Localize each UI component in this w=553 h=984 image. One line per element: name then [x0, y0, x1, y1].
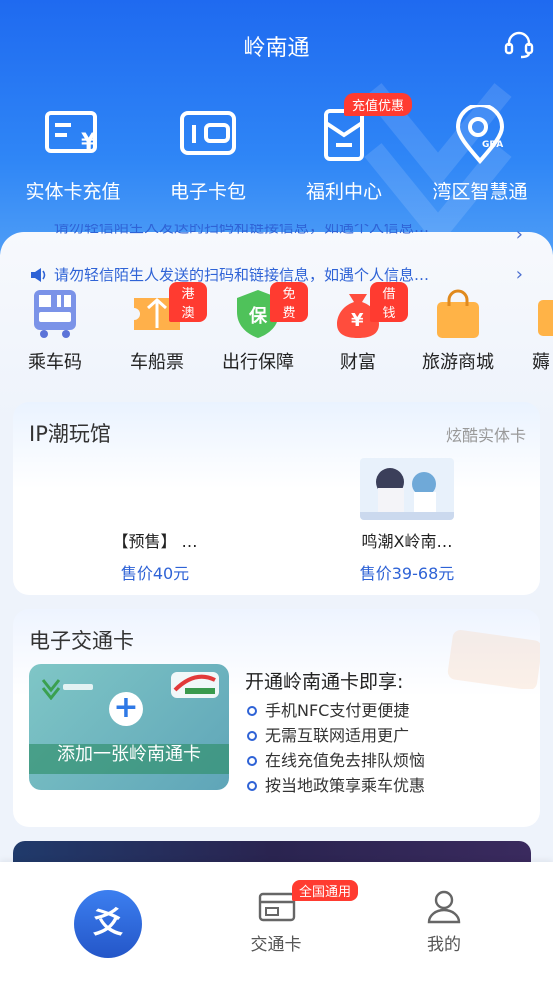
quick-action-label: 福利中心	[305, 181, 382, 203]
service-badge: 免费	[270, 282, 308, 322]
e-transport-title: 电子交通卡	[29, 629, 134, 653]
ip-section-card: IP潮玩馆 炫酷实体卡 【预售】 … 售价40元 鸣潮X岭南… 售价39-68元	[13, 402, 540, 595]
nationwide-badge: 全国通用	[292, 880, 359, 901]
promo-badge: 充值优惠	[344, 93, 413, 116]
service-label: 出行保障	[222, 352, 294, 373]
product-item[interactable]: 鸣潮X岭南… 售价39-68元	[327, 458, 487, 584]
quick-action-wallet[interactable]: 电子卡包	[140, 105, 276, 204]
benefit-text: 无需互联网适用更广	[265, 726, 410, 745]
service-label: 车船票	[130, 352, 184, 373]
service-travel-protection[interactable]: 保 出行保障 免费	[208, 282, 308, 374]
ip-section-title: IP潮玩馆	[29, 422, 111, 446]
chevron-right-icon: ›	[515, 264, 523, 285]
customer-service-icon[interactable]	[503, 28, 535, 60]
benefit-item: 按当地政策享乘车优惠	[247, 772, 425, 796]
plus-icon: +	[109, 692, 143, 726]
service-travel-mall[interactable]: 旅游商城	[408, 288, 508, 374]
wallet-icon	[180, 111, 236, 155]
svg-text:¥: ¥	[81, 130, 97, 155]
notice-text: 请勿轻信陌生人发送的扫码和链接信息，如遇个人信息…	[54, 224, 430, 236]
product-price: 售价39-68元	[359, 564, 455, 583]
benefit-item: 手机NFC支付更便捷	[247, 697, 409, 721]
quick-action-label: 实体卡充值	[25, 181, 121, 203]
bullet-icon	[247, 706, 257, 716]
quick-action-label: 湾区智慧通	[432, 181, 528, 203]
ip-section-more-link[interactable]: 炫酷实体卡	[446, 422, 526, 446]
service-badge: 借钱	[370, 282, 408, 322]
user-icon	[427, 890, 461, 924]
product-image	[360, 458, 454, 520]
product-price: 售价40元	[120, 564, 190, 583]
benefit-text: 手机NFC支付更便捷	[265, 701, 410, 720]
tab-profile[interactable]: 我的	[352, 862, 536, 984]
home-logo-icon: 爻	[74, 890, 142, 958]
product-name: 鸣潮X岭南…	[361, 532, 453, 551]
bus-qr-icon	[34, 290, 76, 338]
lingnan-logo-icon	[41, 679, 93, 700]
svg-text:GBA: GBA	[482, 140, 503, 150]
benefit-text: 在线充值免去排队烦恼	[265, 751, 426, 770]
product-name: 【预售】 …	[112, 532, 198, 551]
service-bus-code[interactable]: 乘车码	[5, 288, 105, 374]
service-label: 乘车码	[28, 352, 82, 373]
more-icon	[538, 300, 553, 336]
bullet-icon	[247, 781, 257, 791]
money-glyph: ¥	[351, 310, 364, 331]
service-label: 财富	[340, 352, 376, 373]
shield-glyph: 保	[248, 305, 268, 327]
product-image	[108, 458, 202, 520]
benefits-title: 开通岭南通卡即享:	[245, 671, 404, 693]
benefit-text: 按当地政策享乘车优惠	[265, 776, 426, 795]
tab-label: 交通卡	[250, 935, 302, 955]
chevron-right-icon: ›	[515, 224, 523, 240]
tab-label: 我的	[427, 935, 461, 955]
service-wealth[interactable]: ¥ 财富 借钱	[308, 282, 408, 374]
notice-bar[interactable]: 请勿轻信陌生人发送的扫码和链接信息，如遇个人信息… ›	[30, 224, 523, 240]
bottom-tab-bar: 爻 交通卡 全国通用 我的	[0, 862, 553, 984]
card-watermark-icon	[447, 630, 540, 689]
benefit-item: 无需互联网适用更广	[247, 722, 409, 746]
service-more[interactable]: 薅	[500, 288, 553, 374]
gba-location-icon: GBA	[455, 105, 505, 165]
bullet-icon	[247, 731, 257, 741]
service-badge: 港澳	[169, 282, 207, 322]
quick-action-gba[interactable]: GBA 湾区智慧通	[412, 105, 548, 204]
tab-home[interactable]: 爻	[0, 862, 184, 984]
notice-text: 请勿轻信陌生人发送的扫码和链接信息，如遇个人信息…	[54, 266, 430, 284]
benefit-item: 在线充值免去排队烦恼	[247, 747, 425, 771]
product-item[interactable]: 【预售】 … 售价40元	[75, 458, 235, 584]
bullet-icon	[247, 756, 257, 766]
service-label: 旅游商城	[422, 352, 494, 373]
card-recharge-icon: ¥	[45, 111, 97, 155]
transport-union-logo-icon	[171, 672, 219, 698]
quick-action-card-recharge[interactable]: ¥ 实体卡充值	[5, 105, 141, 204]
service-ticket[interactable]: 车船票 港澳	[107, 282, 207, 374]
service-label: 薅	[532, 352, 550, 373]
quick-action-label: 电子卡包	[169, 181, 246, 203]
speaker-icon	[31, 268, 46, 282]
card-icon	[258, 892, 296, 922]
e-transport-card-section: 电子交通卡 + 添加一张岭南通卡 开通岭南通卡即享: 手机NFC支付更便捷 无需…	[13, 609, 540, 827]
shopping-bag-icon	[437, 289, 479, 338]
add-card-button[interactable]: + 添加一张岭南通卡	[29, 664, 229, 790]
add-card-label: 添加一张岭南通卡	[57, 744, 201, 765]
quick-action-welfare[interactable]: 福利中心 充值优惠	[276, 93, 413, 204]
app-title: 岭南通	[243, 36, 310, 61]
